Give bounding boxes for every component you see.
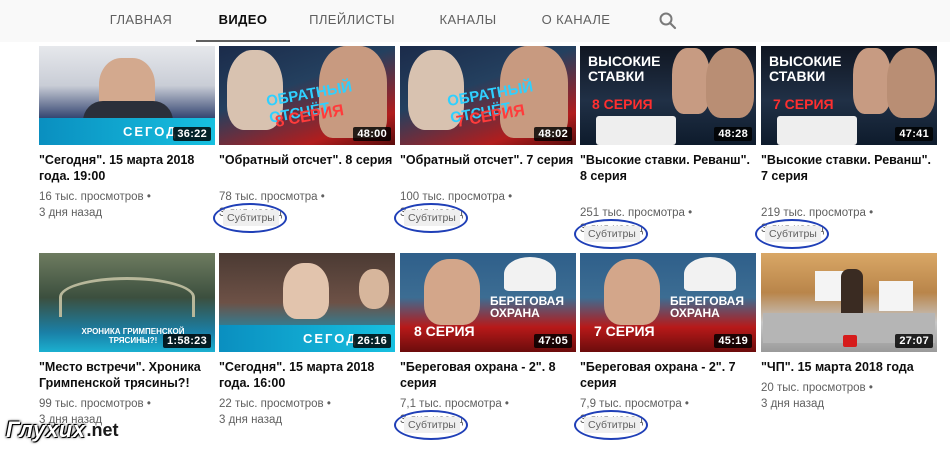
tab-channels[interactable]: КАНАЛЫ bbox=[430, 0, 506, 42]
tab-about[interactable]: О КАНАЛЕ bbox=[536, 0, 616, 42]
upload-age: 3 дня назад bbox=[39, 207, 103, 219]
video-title[interactable]: "Высокие ставки. Реванш". 7 серия bbox=[761, 152, 937, 184]
thumbnail-text: ВЫСОКИЕ СТАВКИ bbox=[588, 53, 661, 84]
whiteboard-image bbox=[879, 281, 913, 311]
view-count: 7,9 тыс. просмотра • bbox=[580, 398, 689, 410]
actor-image bbox=[887, 48, 935, 118]
view-count: 100 тыс. просмотра • bbox=[400, 191, 513, 203]
video-title[interactable]: "Сегодня". 15 марта 2018 года. 19:00 bbox=[39, 152, 215, 184]
view-count: 20 тыс. просмотров • bbox=[761, 382, 873, 394]
view-count: 16 тыс. просмотров • bbox=[39, 191, 151, 203]
actor-image bbox=[672, 48, 710, 114]
duration-badge: 47:05 bbox=[534, 334, 572, 348]
video-card[interactable]: 27:07 "ЧП". 15 марта 2018 года 20 тыс. п… bbox=[761, 253, 937, 410]
upload-age: 3 дня назад bbox=[761, 398, 825, 410]
thumbnail-text: СЕГОД bbox=[123, 124, 178, 139]
thumbnail-text: БЕРЕГОВАЯ ОХРАНА bbox=[490, 294, 564, 320]
duration-badge: 45:19 bbox=[714, 334, 752, 348]
subtitles-badge: Субтитры bbox=[404, 210, 460, 226]
watermark-text: Глухих bbox=[6, 417, 86, 442]
video-title[interactable]: "Высокие ставки. Реванш". 8 серия bbox=[580, 152, 756, 184]
view-count: 99 тыс. просмотров • bbox=[39, 398, 151, 410]
search-icon[interactable] bbox=[656, 9, 680, 33]
thumbnail-episode: 7 СЕРИЯ bbox=[773, 96, 834, 112]
video-title[interactable]: "Место встречи". Хроника Гримпенской тря… bbox=[39, 359, 215, 391]
tab-videos[interactable]: ВИДЕО bbox=[196, 0, 290, 42]
subtitles-badge: Субтитры bbox=[765, 226, 821, 242]
duration-badge: 48:00 bbox=[353, 127, 391, 141]
video-title[interactable]: "Сегодня". 15 марта 2018 года. 16:00 bbox=[219, 359, 395, 391]
video-card[interactable]: ВЫСОКИЕ СТАВКИ 8 СЕРИЯ 48:28 "Высокие ст… bbox=[574, 46, 756, 249]
duration-badge: 47:41 bbox=[895, 127, 933, 141]
video-card[interactable]: СЕГОД 26:16 "Сегодня". 15 марта 2018 год… bbox=[219, 253, 395, 426]
video-title[interactable]: "Береговая охрана - 2". 8 серия bbox=[400, 359, 576, 391]
council-table-image bbox=[59, 277, 195, 317]
video-thumbnail[interactable]: ОБРАТНЫЙ ОТСЧЁТ 8 СЕРИЯ 48:00 bbox=[219, 46, 395, 145]
tab-playlists[interactable]: ПЛЕЙЛИСТЫ bbox=[304, 0, 400, 42]
video-thumbnail[interactable]: СЕГОД 26:16 bbox=[219, 253, 395, 352]
view-count: 251 тыс. просмотра • bbox=[580, 207, 693, 219]
subtitles-badge: Субтитры bbox=[584, 226, 640, 242]
video-card[interactable]: ОБРАТНЫЙ ОТСЧЁТ 8 СЕРИЯ 48:00 "Обратный … bbox=[213, 46, 395, 233]
video-thumbnail[interactable]: ОБРАТНЫЙ ОТСЧЁТ 7 СЕРИЯ 48:02 bbox=[400, 46, 576, 145]
watermark-domain: .net bbox=[86, 419, 119, 440]
subtitles-badge: Субтитры bbox=[404, 417, 460, 433]
upload-age: 3 дня назад bbox=[219, 414, 283, 426]
site-watermark: Глухих .net bbox=[6, 416, 119, 444]
subtitles-badge: Субтитры bbox=[584, 417, 640, 433]
video-card[interactable]: ВЫСОКИЕ СТАВКИ 7 СЕРИЯ 47:41 "Высокие ст… bbox=[755, 46, 937, 249]
video-title[interactable]: "ЧП". 15 марта 2018 года bbox=[761, 359, 937, 375]
thumbnail-episode: 8 СЕРИЯ bbox=[414, 323, 475, 339]
duration-badge: 48:02 bbox=[534, 127, 572, 141]
video-thumbnail[interactable]: СЕГОД 36:22 bbox=[39, 46, 215, 145]
duration-badge: 1:58:23 bbox=[162, 334, 211, 348]
actor-image bbox=[853, 48, 891, 114]
view-count: 78 тыс. просмотра • bbox=[219, 191, 325, 203]
view-count: 219 тыс. просмотра • bbox=[761, 207, 874, 219]
view-count: 7,1 тыс. просмотра • bbox=[400, 398, 509, 410]
playing-cards-image bbox=[596, 116, 676, 145]
video-thumbnail[interactable]: ВЫСОКИЕ СТАВКИ 7 СЕРИЯ 47:41 bbox=[761, 46, 937, 145]
officer-cap-image bbox=[684, 257, 736, 291]
duration-badge: 36:22 bbox=[173, 127, 211, 141]
person-image bbox=[359, 269, 389, 309]
video-card[interactable]: ХРОНИКА ГРИМПЕНСКОЙ ТРЯСИНЫ?! 1:58:23 "М… bbox=[39, 253, 215, 426]
duration-badge: 26:16 bbox=[353, 334, 391, 348]
channel-tab-bar: ГЛАВНАЯ ВИДЕО ПЛЕЙЛИСТЫ КАНАЛЫ О КАНАЛЕ bbox=[0, 0, 950, 42]
thumbnail-episode: 7 СЕРИЯ bbox=[594, 323, 655, 339]
actor-image bbox=[604, 259, 660, 325]
view-count: 22 тыс. просмотров • bbox=[219, 398, 331, 410]
video-title[interactable]: "Обратный отсчет". 7 серия bbox=[400, 152, 576, 168]
video-card[interactable]: БЕРЕГОВАЯ ОХРАНА 7 СЕРИЯ 45:19 "Берегова… bbox=[574, 253, 756, 440]
video-thumbnail[interactable]: ХРОНИКА ГРИМПЕНСКОЙ ТРЯСИНЫ?! 1:58:23 bbox=[39, 253, 215, 352]
duration-badge: 48:28 bbox=[714, 127, 752, 141]
thumbnail-text: БЕРЕГОВАЯ ОХРАНА bbox=[670, 294, 744, 320]
video-thumbnail[interactable]: БЕРЕГОВАЯ ОХРАНА 8 СЕРИЯ 47:05 bbox=[400, 253, 576, 352]
thumbnail-episode: 8 СЕРИЯ bbox=[592, 96, 653, 112]
video-thumbnail[interactable]: 27:07 bbox=[761, 253, 937, 352]
video-card[interactable]: ОБРАТНЫЙ ОТСЧЁТ 7 СЕРИЯ 48:02 "Обратный … bbox=[394, 46, 576, 233]
actor-image bbox=[706, 48, 754, 118]
video-title[interactable]: "Обратный отсчет". 8 серия bbox=[219, 152, 395, 168]
video-title[interactable]: "Береговая охрана - 2". 7 серия bbox=[580, 359, 756, 391]
person-image bbox=[283, 263, 329, 319]
actor-image bbox=[424, 259, 480, 325]
duration-badge: 27:07 bbox=[895, 334, 933, 348]
video-card[interactable]: СЕГОД 36:22 "Сегодня". 15 марта 2018 год… bbox=[39, 46, 215, 219]
playing-cards-image bbox=[777, 116, 857, 145]
video-thumbnail[interactable]: БЕРЕГОВАЯ ОХРАНА 7 СЕРИЯ 45:19 bbox=[580, 253, 756, 352]
subtitles-badge: Субтитры bbox=[223, 210, 279, 226]
tab-home[interactable]: ГЛАВНАЯ bbox=[100, 0, 182, 42]
officer-cap-image bbox=[504, 257, 556, 291]
channel-logo-icon bbox=[843, 335, 857, 347]
video-thumbnail[interactable]: ВЫСОКИЕ СТАВКИ 8 СЕРИЯ 48:28 bbox=[580, 46, 756, 145]
thumbnail-text: ВЫСОКИЕ СТАВКИ bbox=[769, 53, 842, 84]
video-card[interactable]: БЕРЕГОВАЯ ОХРАНА 8 СЕРИЯ 47:05 "Берегова… bbox=[394, 253, 576, 440]
thumbnail-text: СЕГОД bbox=[303, 331, 358, 346]
